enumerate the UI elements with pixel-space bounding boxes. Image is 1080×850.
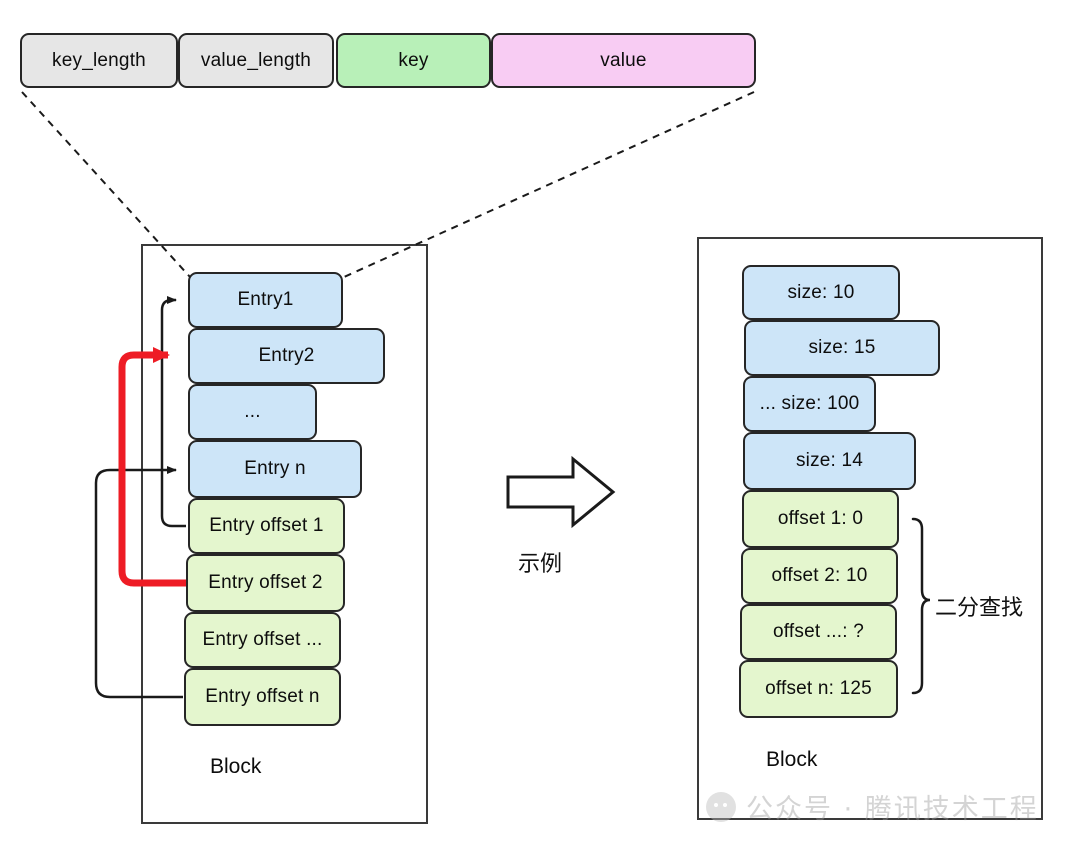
middle-arrow-label: 示例 [518,552,563,577]
left-block-label: Block [210,755,262,778]
right-offset-1: offset 1: 0 [742,490,899,548]
right-entry-size-14: size: 14 [743,432,916,490]
right-offset-ellipsis: offset ...: ? [740,604,897,660]
record-field-key-length: key_length [20,33,178,88]
left-entry-2: Entry2 [188,328,385,384]
right-offset-2: offset 2: 10 [741,548,898,604]
left-offset-ellipsis: Entry offset ... [184,612,341,668]
record-field-value-length: value_length [178,33,334,88]
left-offset-1: Entry offset 1 [188,498,345,554]
left-entry-n: Entry n [188,440,362,498]
right-entry-size-10: size: 10 [742,265,900,320]
right-offset-n: offset n: 125 [739,660,898,718]
binary-search-label: 二分查找 [935,596,1024,621]
left-offset-n: Entry offset n [184,668,341,726]
record-field-key: key [336,33,491,88]
left-offset-2: Entry offset 2 [186,554,345,612]
example-block-arrow-icon [506,455,616,529]
left-entry-ellipsis: ... [188,384,317,440]
right-entry-size-100: ... size: 100 [743,376,876,432]
record-field-value: value [491,33,756,88]
diagram-canvas: key_length value_length key value Entry1… [0,0,1080,850]
watermark-text: 公众号 · 腾讯技术工程 [746,794,1039,825]
wechat-icon [706,791,736,822]
left-entry-1: Entry1 [188,272,343,328]
right-block-label: Block [766,748,818,771]
watermark: 公众号 · 腾讯技术工程 [706,787,1039,826]
right-entry-size-15: size: 15 [744,320,940,376]
